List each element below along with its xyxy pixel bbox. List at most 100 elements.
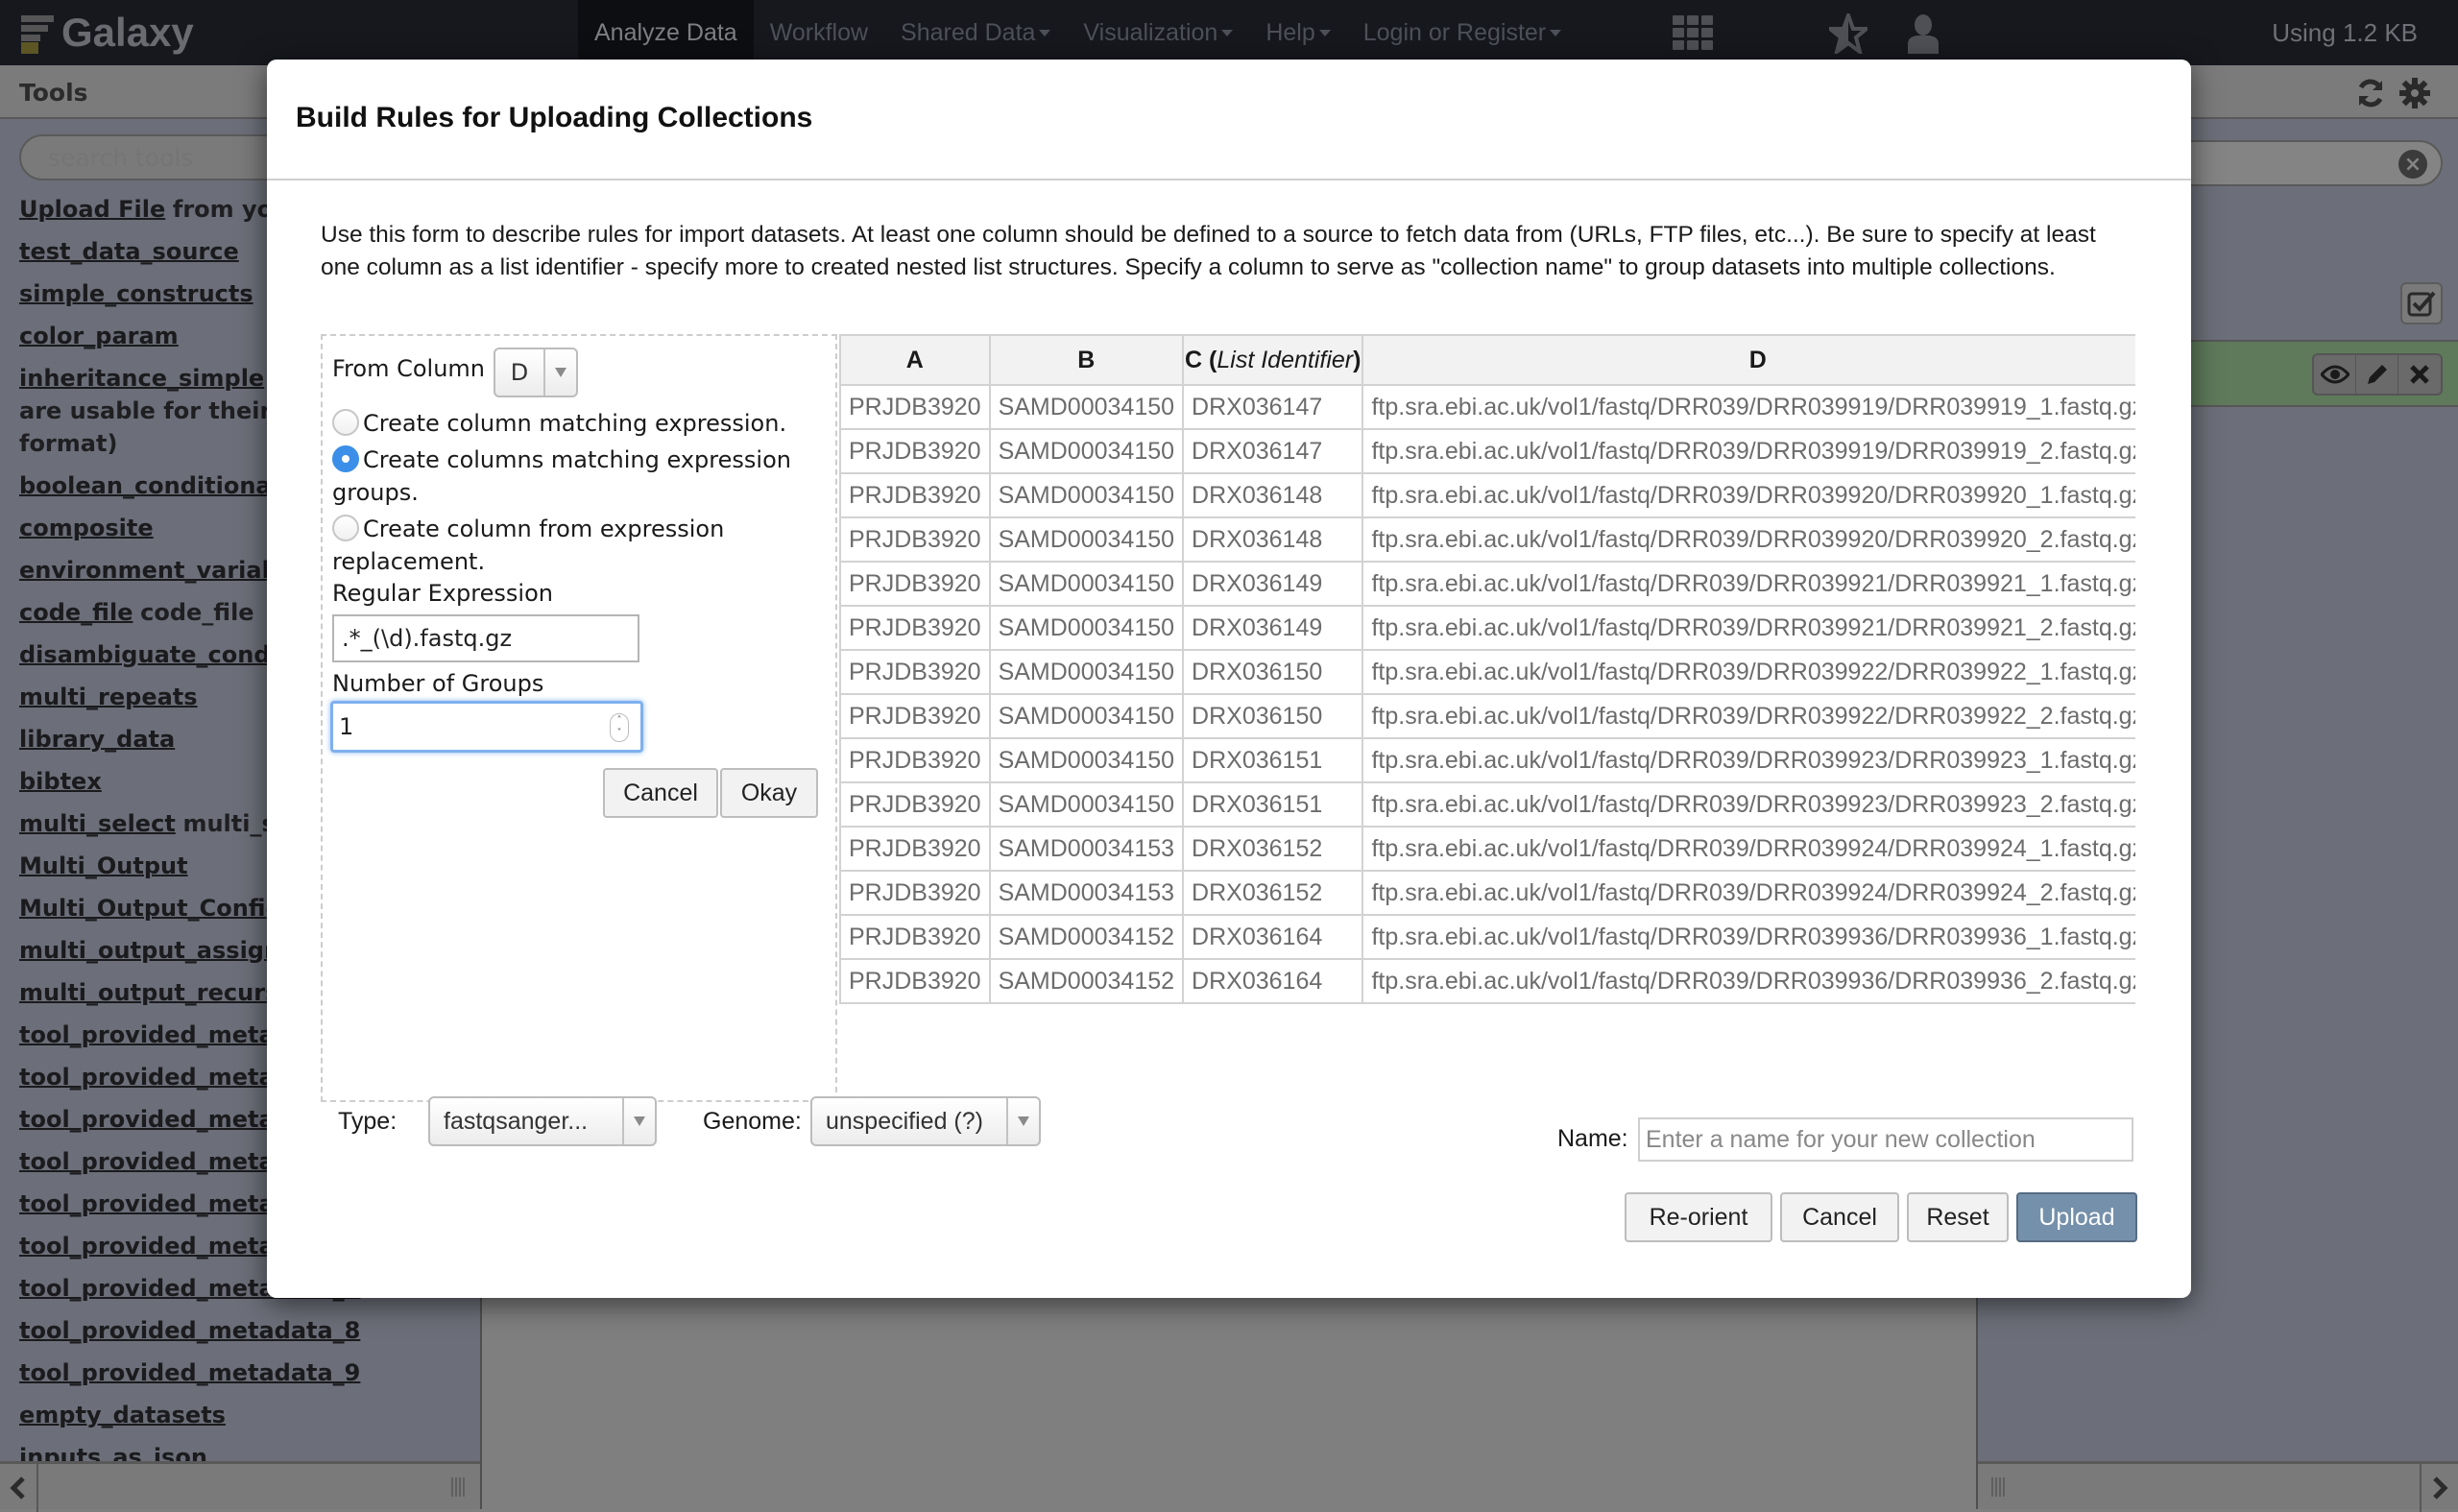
number-of-groups-input[interactable] — [335, 706, 594, 748]
tool-item[interactable]: tool_provided_metadata_8 — [19, 1309, 470, 1352]
tool-link[interactable]: simple_constructs — [19, 280, 253, 307]
tool-link[interactable]: boolean_conditional — [19, 472, 279, 499]
table-cell: PRJDB3920 — [839, 914, 991, 960]
modal-description: Use this form to describe rules for impo… — [321, 222, 2096, 280]
tool-link[interactable]: tool_provided_metadata_8 — [19, 1317, 360, 1344]
tool-link[interactable]: Multi_Output — [19, 852, 188, 879]
table-cell: ftp.sra.ebi.ac.uk/vol1/fastq/DRR039/DRR0… — [1362, 826, 2135, 872]
tool-link[interactable]: code_file — [19, 599, 133, 626]
tool-item[interactable]: tool_provided_metadata_9 — [19, 1352, 470, 1394]
tool-link[interactable]: multi_output_recurse — [19, 979, 295, 1006]
table-cell: SAMD00034150 — [988, 649, 1185, 695]
tool-item[interactable]: empty_datasets — [19, 1394, 470, 1436]
rules-table-wrapper[interactable]: A B C (List Identifier) D PRJDB3920 SAMD0… — [839, 334, 2135, 1102]
tool-link[interactable]: disambiguate_cond — [19, 641, 271, 668]
column-header-d[interactable]: D — [1362, 334, 2135, 386]
collapse-left-button[interactable] — [0, 1464, 38, 1512]
tool-link[interactable]: test_data_source — [19, 238, 239, 265]
nav-login-register[interactable]: Login or Register — [1347, 0, 1578, 65]
checkbox-icon — [2407, 291, 2436, 317]
quota-meter[interactable]: Using 1.2 KB — [2272, 0, 2418, 65]
column-letter: A — [905, 346, 924, 373]
select-datasets-button[interactable] — [2400, 282, 2443, 324]
cancel-button[interactable]: Cancel — [1780, 1192, 1899, 1242]
type-select[interactable]: fastqsanger... — [428, 1096, 657, 1146]
table-cell: DRX036148 — [1182, 472, 1364, 518]
table-row: PRJDB3920 SAMD00034150 DRX036151 ftp.sra.eb… — [839, 781, 2135, 828]
rule-cancel-button[interactable]: Cancel — [603, 768, 718, 818]
table-header-row: A B C (List Identifier) D — [839, 334, 2135, 386]
tool-link[interactable]: composite — [19, 515, 154, 541]
gear-icon[interactable] — [2398, 77, 2431, 109]
option-label: Create column from expression replacemen… — [332, 516, 725, 575]
resize-handle[interactable] — [1991, 1477, 2005, 1497]
column-header-b[interactable]: B — [988, 334, 1185, 386]
user-icon[interactable] — [1906, 13, 1940, 54]
table-cell: DRX036148 — [1182, 516, 1364, 563]
rule-okay-button[interactable]: Okay — [720, 768, 818, 818]
tool-link[interactable]: inheritance_simple — [19, 365, 264, 392]
apps-grid-icon[interactable] — [1673, 15, 1713, 50]
option-create-column-matching[interactable]: Create column matching expression. — [332, 407, 831, 440]
pencil-icon[interactable] — [2356, 355, 2398, 394]
number-stepper-icon[interactable]: ˄ ˅ — [610, 713, 629, 742]
table-cell: SAMD00034152 — [988, 958, 1185, 1004]
nav-analyze-data[interactable]: Analyze Data — [578, 0, 754, 65]
tool-link[interactable]: color_param — [19, 323, 179, 349]
eye-icon[interactable] — [2314, 355, 2356, 394]
option-label: Create column matching expression. — [363, 410, 787, 437]
tool-link[interactable]: multi_repeats — [19, 684, 198, 710]
nav-label: Help — [1265, 18, 1315, 46]
tool-link[interactable]: multi_select — [19, 810, 176, 837]
table-row: PRJDB3920 SAMD00034153 DRX036152 ftp.sra.eb… — [839, 826, 2135, 872]
resize-handle[interactable] — [451, 1477, 465, 1497]
collapse-right-button[interactable] — [2420, 1464, 2458, 1512]
option-create-column-replacement[interactable]: Create column from expression replacemen… — [332, 513, 831, 578]
collection-name-input[interactable] — [1638, 1117, 2133, 1162]
table-cell: ftp.sra.ebi.ac.uk/vol1/fastq/DRR039/DRR0… — [1362, 472, 2135, 518]
column-letter: D — [1748, 346, 1767, 373]
table-body: PRJDB3920 SAMD00034150 DRX036147 ftp.sra.eb… — [839, 384, 2135, 1004]
modal-title: Build Rules for Uploading Collections — [296, 102, 813, 133]
from-column-select[interactable]: D — [494, 348, 578, 397]
reset-button[interactable]: Reset — [1907, 1192, 2009, 1242]
table-row: PRJDB3920 SAMD00034150 DRX036148 ftp.sra.eb… — [839, 472, 2135, 518]
type-label: Type: — [338, 1108, 398, 1135]
column-header-c[interactable]: C (List Identifier) — [1182, 334, 1364, 386]
rule-builder-modal: Build Rules for Uploading Collections Us… — [267, 60, 2191, 1298]
tool-link[interactable]: bibtex — [19, 768, 102, 795]
reorient-button[interactable]: Re-orient — [1625, 1192, 1772, 1242]
genome-value: unspecified (?) — [826, 1107, 983, 1135]
column-header-a[interactable]: A — [839, 334, 991, 386]
clear-search-icon[interactable]: × — [2398, 150, 2427, 179]
tool-link[interactable]: tool_provided_metadata_9 — [19, 1359, 360, 1386]
star-icon[interactable] — [1829, 13, 1868, 54]
refresh-icon[interactable] — [2354, 77, 2387, 109]
tool-link[interactable]: library_data — [19, 726, 175, 753]
radio-button-selected[interactable] — [332, 445, 359, 472]
upload-button[interactable]: Upload — [2016, 1192, 2137, 1242]
table-cell: ftp.sra.ebi.ac.uk/vol1/fastq/DRR039/DRR0… — [1362, 914, 2135, 960]
nav-visualization[interactable]: Visualization — [1067, 0, 1249, 65]
table-cell: DRX036152 — [1182, 826, 1364, 872]
history-panel-footer — [1978, 1461, 2458, 1512]
radio-button[interactable] — [332, 515, 359, 541]
tool-link[interactable]: empty_datasets — [19, 1402, 226, 1428]
genome-select[interactable]: unspecified (?) — [810, 1096, 1041, 1146]
radio-button[interactable] — [332, 409, 359, 436]
brand-logo[interactable]: Galaxy — [21, 6, 194, 60]
tool-link[interactable]: Upload File — [19, 196, 165, 223]
delete-icon[interactable] — [2398, 355, 2441, 394]
option-create-columns-groups[interactable]: Create columns matching expression group… — [332, 444, 831, 509]
nav-help[interactable]: Help — [1249, 0, 1346, 65]
nav-label: Login or Register — [1362, 18, 1547, 46]
nav-shared-data[interactable]: Shared Data — [884, 0, 1067, 65]
name-label: Name: — [1557, 1125, 1628, 1152]
type-value: fastqsanger... — [444, 1107, 589, 1135]
caret-down-icon — [1550, 29, 1562, 36]
regex-input[interactable] — [332, 614, 639, 662]
table-cell: PRJDB3920 — [839, 472, 991, 518]
nav-workflow[interactable]: Workflow — [754, 0, 884, 65]
nav-label: Visualization — [1083, 18, 1218, 46]
groups-input-wrapper: ˄˅ — [330, 701, 643, 753]
